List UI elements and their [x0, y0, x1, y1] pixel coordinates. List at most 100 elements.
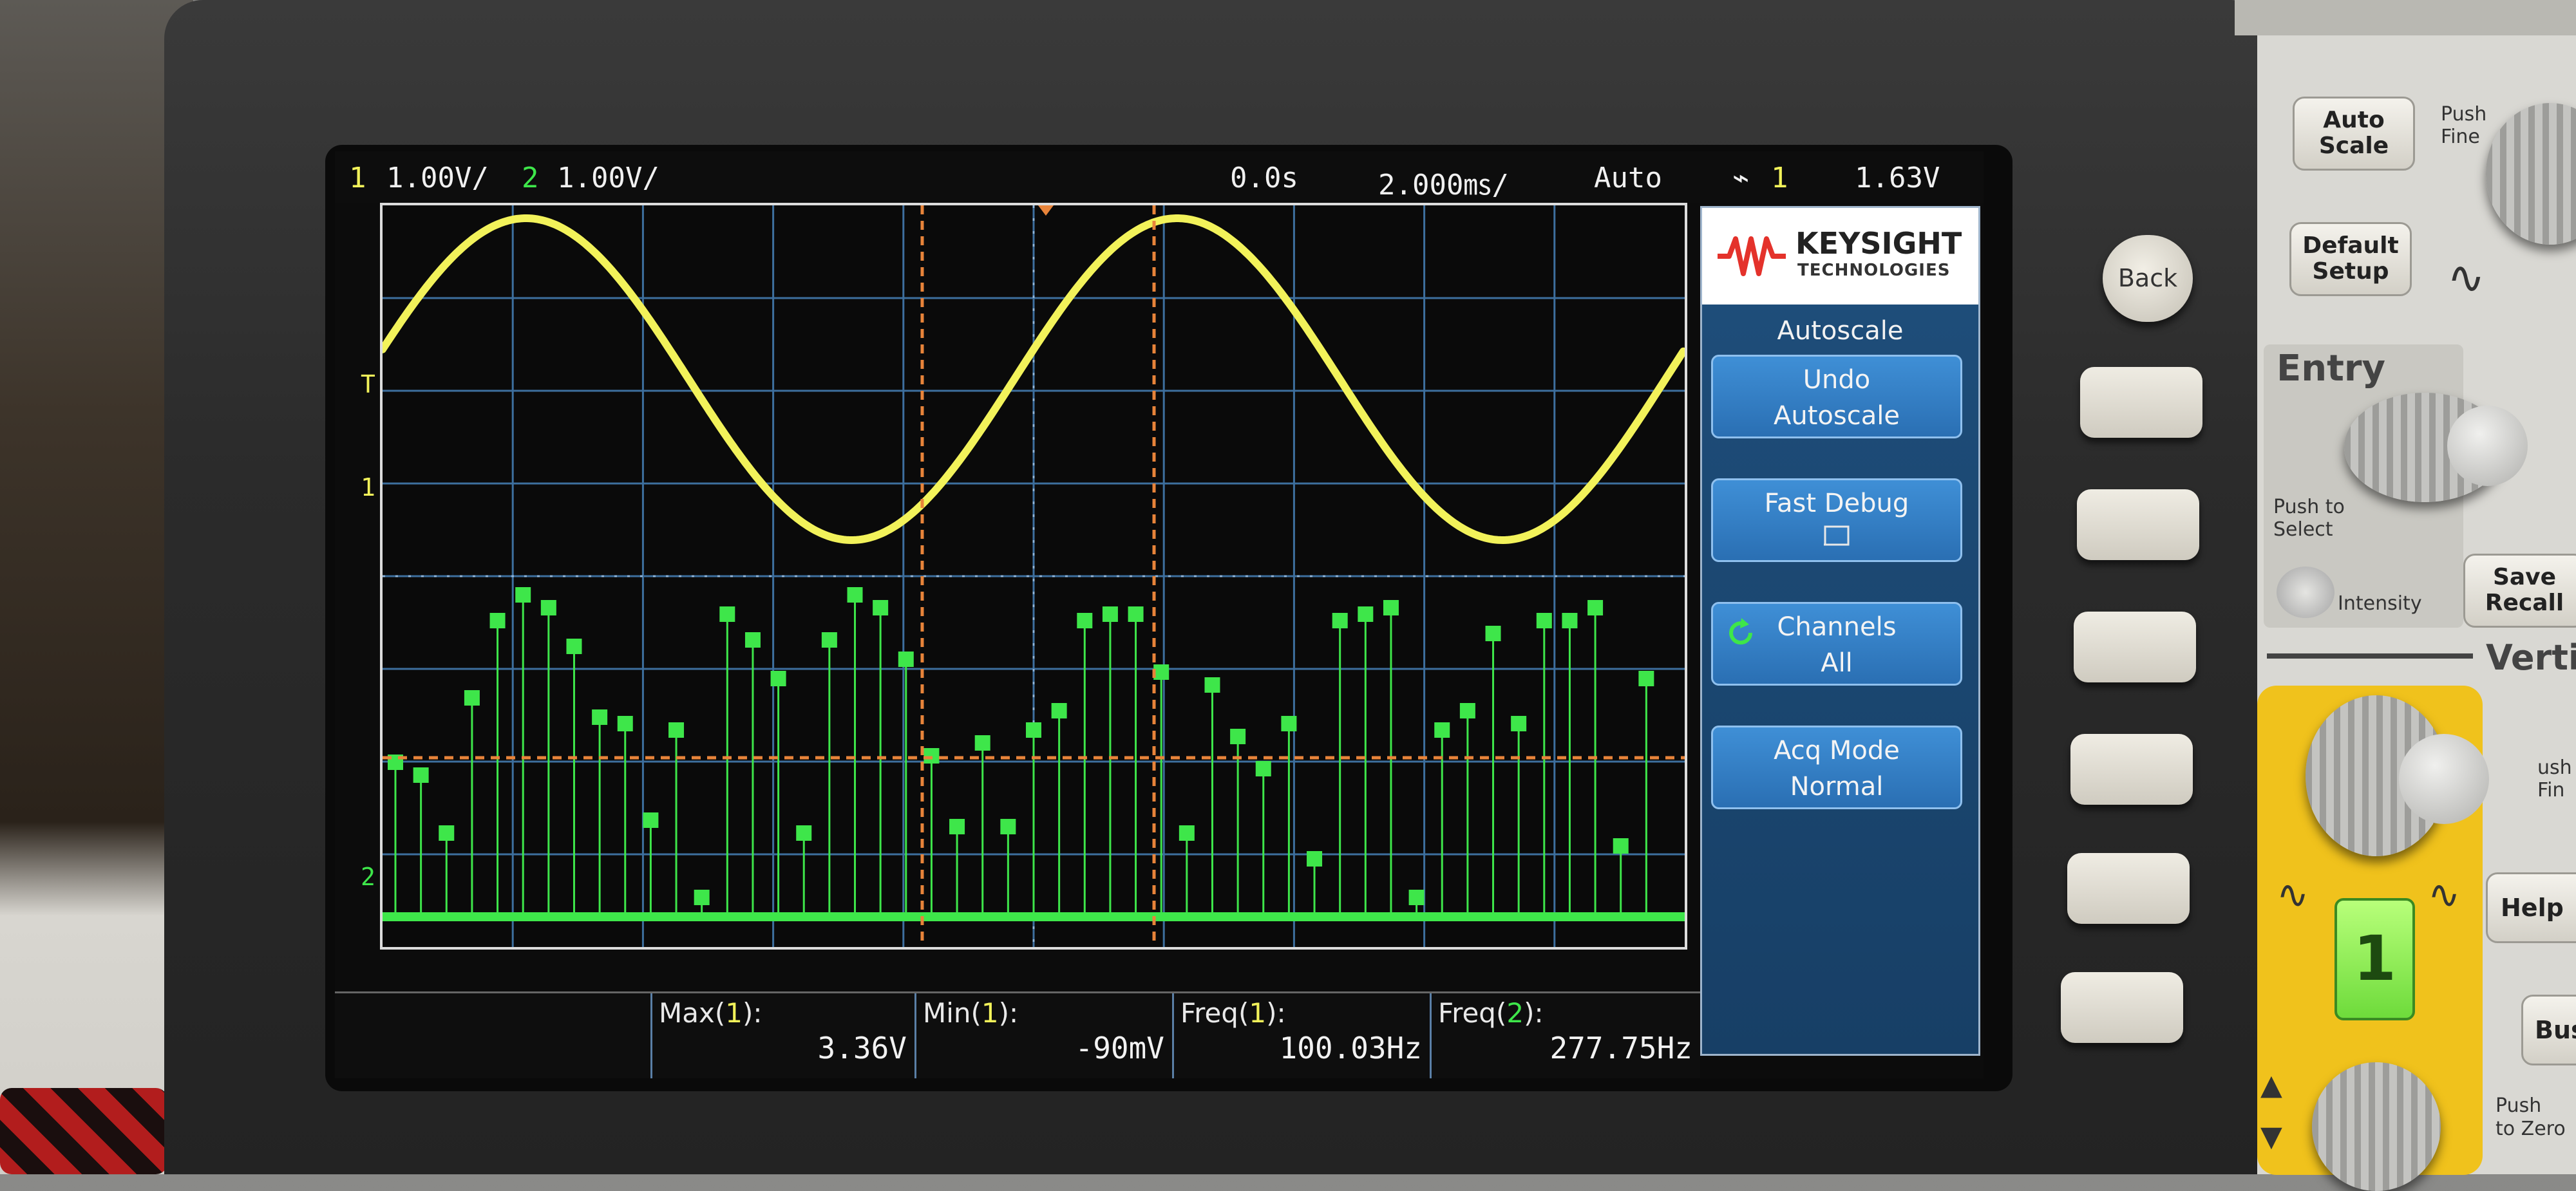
rotate-icon	[1725, 617, 1757, 659]
measurement-label: Freq(2):	[1438, 997, 1544, 1029]
softkey-acq-mode[interactable]: Acq Mode Normal	[1711, 726, 1962, 809]
ch2-pulse-cap	[643, 812, 659, 828]
softkey-button-4[interactable]	[2070, 734, 2193, 805]
ch2-pulse-cap	[1102, 606, 1118, 622]
ch2-pulse-cap	[439, 825, 455, 841]
auto-scale-button[interactable]: Auto Scale	[2293, 97, 2415, 171]
keysight-logo: KEYSIGHT TECHNOLOGIES	[1702, 208, 1978, 305]
brand-sub: TECHNOLOGIES	[1797, 261, 1951, 280]
vertical-divider	[2267, 653, 2473, 659]
measurement-label: Min(1):	[923, 997, 1019, 1029]
ch2-pulse-cap	[949, 819, 965, 834]
softkey-button-3[interactable]	[2074, 612, 2196, 682]
softkey-channels[interactable]: Channels All	[1711, 602, 1962, 686]
measurement-label: Freq(1):	[1180, 997, 1286, 1029]
up-arrow-icon: ▲	[2260, 1069, 2282, 1102]
ch2-pulse-cap	[1562, 613, 1578, 628]
waveform-graticule[interactable]	[380, 203, 1687, 950]
entry-knob-cap	[2447, 406, 2528, 486]
ch2-pulse-cap	[873, 600, 889, 615]
trigger-edge-icon: ⌁	[1732, 162, 1750, 194]
ch2-pulse-cap	[668, 722, 685, 738]
time-scale[interactable]: 2.000㎳/	[1378, 162, 1509, 203]
ch2-pulse-cap	[1230, 729, 1246, 744]
softkey-button-5[interactable]	[2067, 853, 2190, 924]
ch2-pulse-cap	[1026, 722, 1041, 738]
ch2-pulse-cap	[770, 671, 786, 686]
vertical-label: Vertic	[2486, 637, 2576, 678]
ch1-scale-knob-cap	[2399, 734, 2489, 824]
softkey-label: Autoscale	[1774, 401, 1900, 431]
softkey-menu: KEYSIGHT TECHNOLOGIES Autoscale Undo Aut…	[1700, 206, 1980, 1056]
measurement-value: 3.36V	[817, 1031, 907, 1065]
ch2-pulse-cap	[1204, 677, 1220, 693]
ch1-ground-marker[interactable]: 1	[361, 473, 375, 502]
ch2-pulse-cap	[1307, 851, 1323, 867]
time-delay[interactable]: 0.0s	[1230, 162, 1298, 194]
ch1-scale[interactable]: 1.00V/	[386, 162, 489, 194]
ch2-pulse-cap	[1383, 600, 1399, 615]
softkey-fast-debug[interactable]: Fast Debug	[1711, 478, 1962, 562]
ch2-pulse-cap	[744, 632, 761, 648]
ch2-scale[interactable]: 1.00V/	[557, 162, 659, 194]
ch1-position-knob[interactable]	[2312, 1062, 2441, 1191]
ch2-pulse-cap	[1536, 613, 1552, 628]
trigger-level[interactable]: 1.63V	[1855, 162, 1940, 194]
ch2-pulse-cap	[719, 606, 735, 622]
ch1-key[interactable]: 1	[2334, 898, 2415, 1020]
measurement-max-ch1[interactable]: Max(1): 3.36V	[650, 993, 914, 1078]
ch2-pulse-cap	[1408, 890, 1425, 905]
softkey-undo-autoscale[interactable]: Undo Autoscale	[1711, 355, 1962, 438]
ch2-pulse-cap	[1281, 716, 1297, 731]
trigger-mode[interactable]: Auto	[1594, 162, 1662, 194]
ch2-pulse-cap	[821, 632, 837, 648]
ch2-pulse-cap	[1587, 600, 1604, 615]
ch2-pulse-cap	[974, 735, 990, 751]
measurement-bar: Max(1): 3.36V Min(1): -90mV Freq(1): 100…	[335, 991, 1700, 1078]
intensity-label: Intensity	[2338, 592, 2422, 615]
ch2-pulse-cap	[1255, 761, 1271, 776]
intensity-button[interactable]	[2277, 567, 2334, 618]
status-header: 1 1.00V/ 2 1.00V/ 0.0s 2.000㎳/ Auto ⌁ 1 …	[335, 151, 1984, 203]
ch2-pulse-cap	[515, 587, 531, 603]
bus-button[interactable]: Bus	[2521, 995, 2576, 1065]
ch2-pulse-cap	[1511, 716, 1527, 731]
ch2-number[interactable]: 2	[522, 162, 539, 194]
ch2-ground-marker[interactable]: 2	[361, 863, 375, 891]
measurement-min-ch1[interactable]: Min(1): -90mV	[914, 993, 1172, 1078]
push-to-select-label: Push to Select	[2273, 496, 2345, 541]
ch2-pulse-cap	[1485, 626, 1501, 641]
brand-name: KEYSIGHT	[1795, 226, 1962, 261]
trigger-position-marker	[1038, 205, 1054, 216]
softkey-label: Fast Debug	[1764, 489, 1909, 518]
ch2-pulse-cap	[1613, 838, 1629, 854]
down-arrow-icon: ▼	[2260, 1120, 2282, 1153]
softkey-button-2[interactable]	[2077, 489, 2199, 560]
ch2-pulse-cap	[847, 587, 863, 603]
softkey-label: Acq Mode	[1774, 736, 1900, 765]
ch2-pulse-cap	[566, 639, 582, 654]
save-recall-button[interactable]: Save Recall	[2463, 554, 2576, 628]
default-setup-button[interactable]: Default Setup	[2289, 222, 2412, 296]
back-button[interactable]: Back	[2103, 235, 2193, 322]
trigger-level-marker[interactable]: T	[361, 370, 375, 399]
push-fine-label: ush Fin	[2537, 756, 2572, 802]
help-button[interactable]: Help	[2486, 872, 2576, 943]
ch2-pulse-cap	[1638, 671, 1654, 686]
ch2-pulse-cap	[1358, 606, 1374, 622]
measurement-freq-ch2[interactable]: Freq(2): 277.75Hz	[1430, 993, 1700, 1078]
menu-title: Autoscale	[1777, 316, 1904, 346]
softkey-button-6[interactable]	[2061, 972, 2183, 1043]
trigger-source[interactable]: 1	[1771, 162, 1788, 194]
checkbox-icon	[1713, 521, 1960, 559]
measurement-value: 100.03Hz	[1279, 1031, 1422, 1065]
background-mat	[0, 1088, 167, 1174]
ch2-pulse-cap	[1128, 606, 1144, 622]
oscilloscope-screen: 1 1.00V/ 2 1.00V/ 0.0s 2.000㎳/ Auto ⌁ 1 …	[335, 151, 1984, 1078]
softkey-label: Undo	[1803, 365, 1871, 395]
softkey-button-1[interactable]	[2080, 367, 2202, 438]
ch2-pulse-cap	[464, 690, 480, 706]
measurement-freq-ch1[interactable]: Freq(1): 100.03Hz	[1172, 993, 1430, 1078]
ch1-number[interactable]: 1	[349, 162, 366, 194]
softkey-label: Normal	[1790, 772, 1884, 802]
